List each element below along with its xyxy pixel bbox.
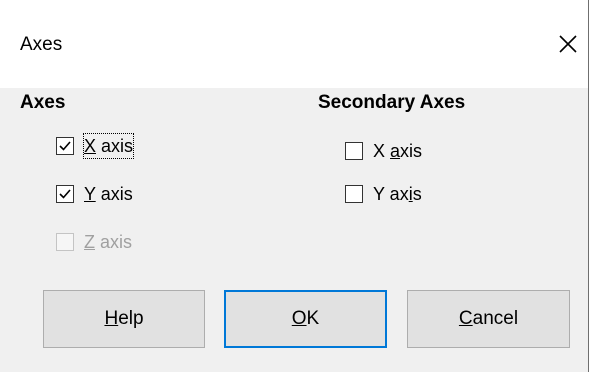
checkmark-icon (59, 189, 71, 199)
secondary-x-label: X axis (373, 141, 423, 161)
close-icon (559, 35, 577, 53)
title-bar: Axes (0, 0, 588, 88)
checkbox-box (56, 137, 74, 155)
secondary-x-checkbox[interactable]: X axis (345, 138, 422, 164)
checkmark-icon (59, 141, 71, 151)
secondary-y-label: Y axis (373, 184, 422, 204)
axes-x-checkbox[interactable]: X axis (56, 133, 135, 159)
help-button[interactable]: Help (43, 290, 205, 348)
mnemonic: X (84, 136, 97, 156)
axes-heading: Axes (20, 92, 66, 113)
axes-z-label: Z axis (84, 232, 133, 252)
checkbox-box (345, 142, 363, 160)
axes-z-checkbox[interactable]: Z axis (56, 229, 132, 255)
checkbox-box (345, 185, 363, 203)
checkbox-box (56, 185, 74, 203)
close-button[interactable] (550, 24, 586, 64)
mnemonic: Y (84, 184, 96, 204)
axes-x-label: X axis (82, 133, 135, 159)
mnemonic: Z (84, 232, 95, 252)
secondary-y-checkbox[interactable]: Y axis (345, 181, 422, 207)
axes-y-checkbox[interactable]: Y axis (56, 181, 133, 207)
ok-button[interactable]: OK (224, 290, 387, 348)
mnemonic: a (390, 141, 401, 161)
axes-dialog: Axes Axes X axis Y axis Z axis Secondary… (0, 0, 589, 372)
dialog-title: Axes (20, 34, 63, 55)
checkbox-box (56, 233, 74, 251)
secondary-axes-heading: Secondary Axes (318, 92, 466, 113)
axes-y-label: Y axis (84, 184, 133, 204)
cancel-button[interactable]: Cancel (407, 290, 570, 348)
